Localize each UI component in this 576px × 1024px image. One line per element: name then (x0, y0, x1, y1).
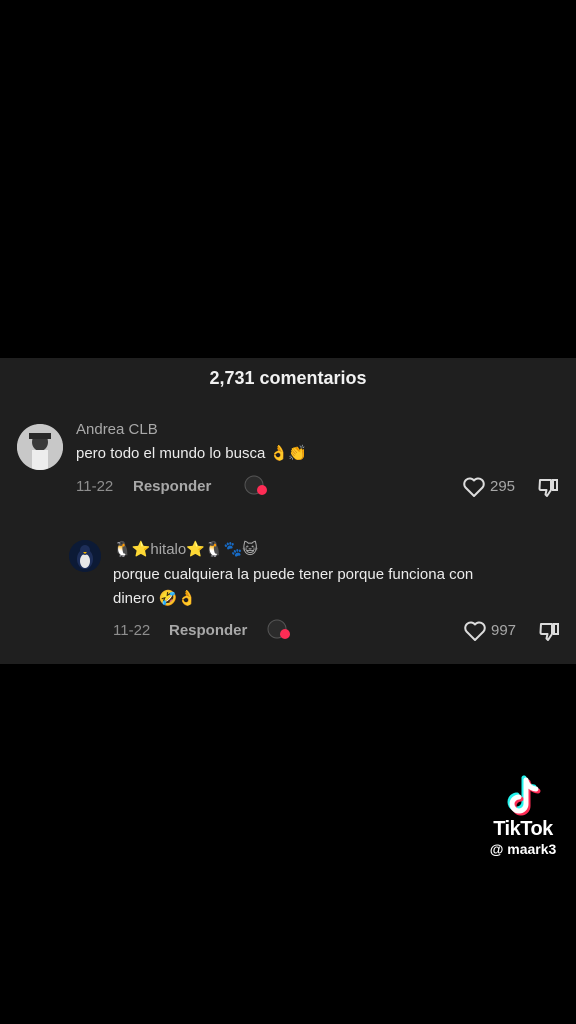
creator-liked-icon (267, 619, 290, 639)
comment-username[interactable]: 🐧⭐hitalo⭐🐧🐾😺 (113, 540, 258, 558)
tiktok-brand-text: TikTok (493, 818, 553, 840)
creator-liked-icon (244, 475, 267, 495)
comment-text-line-1: porque cualquiera la puede tener porque … (113, 566, 474, 583)
reply-button[interactable]: Responder (169, 622, 247, 639)
comment-username[interactable]: Andrea CLB (76, 421, 158, 438)
comment-date: 11-22 (113, 622, 151, 639)
like-heart-icon[interactable] (462, 476, 486, 498)
like-count: 295 (490, 478, 516, 495)
tiktok-logo-icon (507, 775, 541, 816)
dislike-icon[interactable] (537, 475, 561, 499)
comment-date: 11-22 (76, 478, 114, 495)
avatar[interactable] (69, 540, 101, 572)
comment-text-line-2: dinero 🤣👌 (113, 590, 197, 607)
tiktok-watermark: TikTok @ maark3 (478, 774, 568, 857)
comment-text: pero todo el mundo lo busca 👌👏 (76, 445, 307, 462)
dislike-icon[interactable] (538, 619, 562, 643)
avatar-photo-icon (17, 424, 63, 470)
penguin-avatar-icon (69, 540, 101, 572)
like-heart-icon[interactable] (463, 620, 487, 642)
comments-panel: 2,731 comentarios Andrea CLB pero todo e… (0, 358, 576, 664)
tiktok-handle: @ maark3 (489, 841, 557, 857)
avatar[interactable] (17, 424, 63, 470)
like-count: 997 (491, 622, 517, 639)
comments-count-title: 2,731 comentarios (209, 368, 367, 388)
reply-button[interactable]: Responder (133, 478, 211, 495)
